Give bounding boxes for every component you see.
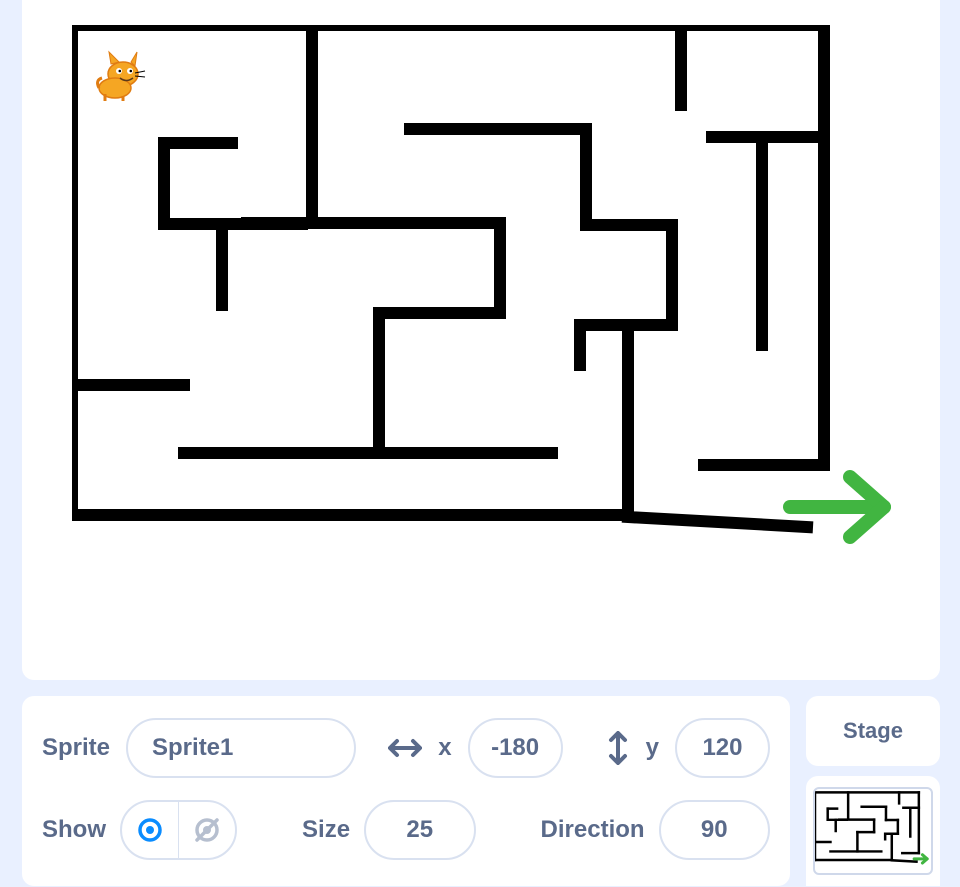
x-input[interactable]: -180 — [468, 718, 563, 778]
y-value: 120 — [702, 734, 742, 762]
sprite-label: Sprite — [42, 734, 110, 762]
stage-thumbnail[interactable] — [813, 787, 933, 875]
arrow-vertical-icon — [606, 731, 630, 765]
show-button[interactable] — [122, 802, 178, 858]
x-label: x — [438, 734, 451, 762]
bottom-panel-row: Sprite Sprite1 x -180 y 120 Show — [22, 696, 940, 886]
arrow-horizontal-icon — [388, 736, 422, 760]
eye-show-icon — [135, 815, 165, 845]
stage-display[interactable] — [22, 0, 940, 680]
size-input[interactable]: 25 — [364, 800, 475, 860]
hide-button[interactable] — [179, 802, 235, 858]
size-value: 25 — [406, 816, 433, 844]
eye-hide-icon — [192, 815, 222, 845]
sprite-row-1: Sprite Sprite1 x -180 y 120 — [42, 718, 770, 778]
y-input[interactable]: 120 — [675, 718, 770, 778]
sprite-row-2: Show Size 25 Direction — [42, 800, 770, 860]
scrollbar-placeholder — [942, 0, 960, 680]
direction-input[interactable]: 90 — [659, 800, 770, 860]
maze-backdrop — [72, 25, 912, 585]
sprite-name-value: Sprite1 — [152, 734, 233, 762]
x-value: -180 — [491, 734, 539, 762]
size-label: Size — [302, 816, 350, 844]
visibility-toggle — [120, 800, 237, 860]
stage-thumbnail-wrap — [806, 776, 940, 886]
show-label: Show — [42, 816, 106, 844]
y-label: y — [646, 734, 659, 762]
stage-label: Stage — [843, 718, 903, 744]
sprite-cat[interactable] — [93, 48, 147, 102]
direction-value: 90 — [701, 816, 728, 844]
stage-label-tab[interactable]: Stage — [806, 696, 940, 766]
sprite-info-panel: Sprite Sprite1 x -180 y 120 Show — [22, 696, 790, 886]
stage-panel: Stage — [806, 696, 940, 886]
direction-label: Direction — [541, 816, 645, 844]
sprite-name-input[interactable]: Sprite1 — [126, 718, 356, 778]
